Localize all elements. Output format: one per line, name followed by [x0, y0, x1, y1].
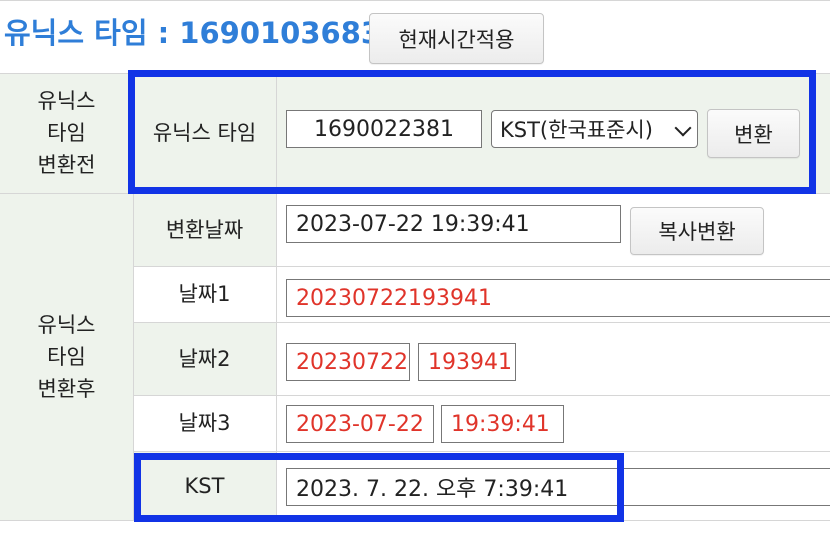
before-highlight-box: [128, 70, 816, 194]
date1-label: 날짜1: [178, 282, 231, 306]
date3-date-field[interactable]: 2023-07-22: [286, 405, 434, 443]
date2-label: 날짜2: [178, 346, 231, 371]
copy-convert-button[interactable]: 복사변환: [630, 207, 764, 255]
converted-date-field[interactable]: 2023-07-22 19:39:41: [286, 205, 621, 243]
page-title: 유닉스 타임 : 1690103683: [4, 16, 382, 50]
apply-current-time-button[interactable]: 현재시간적용: [369, 13, 544, 64]
before-section-label: 유닉스 타임 변환전: [37, 89, 96, 177]
table-border-top: [0, 0, 830, 1]
date3-time-field[interactable]: 19:39:41: [441, 405, 564, 443]
after-section-label: 유닉스 타임 변환후: [37, 312, 96, 401]
date2-date-field[interactable]: 20230722: [286, 343, 410, 381]
date3-label: 날짜3: [178, 411, 231, 435]
kst-highlight-box: [134, 453, 624, 522]
converted-date-label: 변환날짜: [165, 217, 244, 242]
date1-field[interactable]: 20230722193941: [286, 279, 830, 317]
date2-time-field[interactable]: 193941: [418, 343, 516, 381]
